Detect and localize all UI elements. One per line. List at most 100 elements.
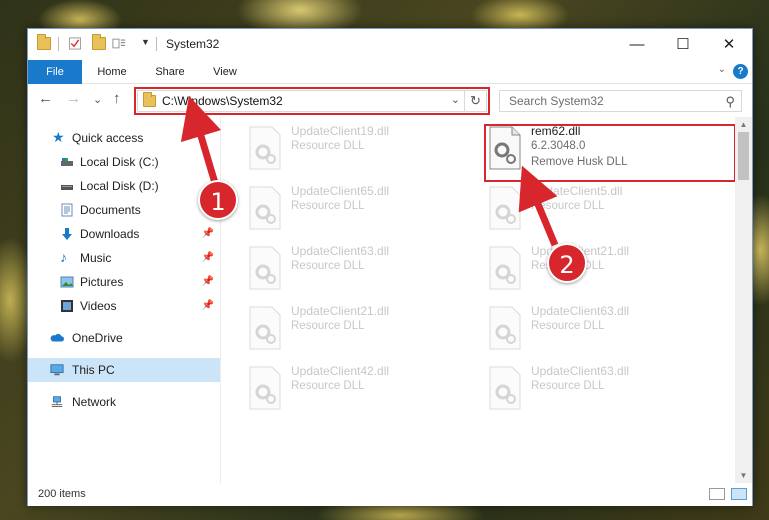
- drive-icon: [61, 185, 73, 190]
- sidebar-item-label: Network: [72, 395, 117, 409]
- sidebar-item-videos[interactable]: Videos 📌: [28, 294, 220, 318]
- status-bar: 200 items: [28, 483, 752, 506]
- file-name: UpdateClient19.dll: [291, 124, 390, 138]
- sidebar-item-label: Pictures: [80, 275, 124, 289]
- file-name: UpdateClient21.dll: [291, 304, 390, 318]
- search-box[interactable]: Search System32 ⚲: [499, 90, 742, 112]
- star-icon: ★: [52, 129, 65, 145]
- file-explorer-window: ▼ System32 — ☐ ✕ File Home Share View ⌄ …: [27, 28, 753, 506]
- sidebar-item-this-pc[interactable]: This PC: [28, 358, 220, 382]
- file-type: Resource DLL: [291, 380, 365, 392]
- dll-file-icon: [249, 366, 281, 410]
- sidebar-item-label: OneDrive: [72, 331, 123, 345]
- file-name: UpdateClient63.dll: [531, 304, 630, 318]
- dll-file-icon: [489, 366, 521, 410]
- navigation-pane: ★ Quick access Local Disk (C:) Local Dis…: [28, 117, 221, 483]
- file-item[interactable]: UpdateClient63.dll Resource DLL: [244, 240, 474, 296]
- help-icon[interactable]: ?: [733, 64, 748, 79]
- file-item[interactable]: UpdateClient63.dll Resource DLL: [484, 300, 714, 356]
- dll-file-icon: [249, 306, 281, 350]
- sidebar-item-onedrive[interactable]: OneDrive: [28, 326, 220, 350]
- scroll-thumb[interactable]: [738, 132, 749, 180]
- tab-view[interactable]: View: [202, 60, 248, 84]
- dll-file-icon: [249, 186, 281, 230]
- pin-icon[interactable]: 📌: [202, 276, 214, 287]
- dll-file-icon: [249, 246, 281, 290]
- callout-badge-1: 1: [198, 180, 238, 220]
- file-type: Resource DLL: [291, 200, 365, 212]
- file-name: UpdateClient63.dll: [531, 364, 630, 378]
- title-bar: ▼ System32 — ☐ ✕: [28, 29, 752, 60]
- chevron-down-icon[interactable]: ▼: [141, 37, 150, 47]
- folder-icon: [37, 34, 51, 50]
- close-button[interactable]: ✕: [706, 29, 752, 59]
- details-view-icon[interactable]: [709, 488, 725, 500]
- customize-toolbar-icon[interactable]: [112, 37, 126, 50]
- vertical-scrollbar[interactable]: ▲ ▼: [735, 117, 752, 483]
- sidebar-item-music[interactable]: ♪ Music 📌: [28, 246, 220, 270]
- navigation-bar: ← → ⌄ ↑ C:\Windows\System32 ⌄ ↻ Search S…: [28, 84, 752, 117]
- properties-icon[interactable]: [68, 37, 82, 50]
- sidebar-item-network[interactable]: Network: [28, 390, 220, 414]
- file-type: Resource DLL: [531, 380, 605, 392]
- sidebar-item-label: Local Disk (D:): [80, 179, 159, 193]
- file-list: UpdateClient19.dll Resource DLL UpdateCl…: [222, 117, 736, 483]
- sidebar-item-local-disk-c[interactable]: Local Disk (C:): [28, 150, 220, 174]
- file-type: Resource DLL: [531, 320, 605, 332]
- divider: [156, 37, 157, 51]
- maximize-button[interactable]: ☐: [660, 29, 706, 59]
- file-item[interactable]: UpdateClient63.dll Resource DLL: [484, 360, 714, 416]
- file-type: Resource DLL: [291, 260, 365, 272]
- sidebar-item-pictures[interactable]: Pictures 📌: [28, 270, 220, 294]
- music-icon: ♪: [60, 249, 67, 265]
- sidebar-item-documents[interactable]: Documents: [28, 198, 220, 222]
- file-name: UpdateClient65.dll: [291, 184, 390, 198]
- new-folder-icon[interactable]: [92, 34, 106, 50]
- sidebar-item-quick-access[interactable]: ★ Quick access: [28, 126, 220, 150]
- file-item[interactable]: UpdateClient42.dll Resource DLL: [244, 360, 474, 416]
- download-icon: [62, 228, 72, 240]
- tab-home[interactable]: Home: [88, 60, 136, 84]
- pin-icon[interactable]: 📌: [202, 252, 214, 263]
- search-input[interactable]: Search System32: [509, 94, 604, 108]
- sidebar-item-local-disk-d[interactable]: Local Disk (D:): [28, 174, 220, 198]
- sidebar-item-label: This PC: [72, 363, 115, 377]
- pin-icon[interactable]: 📌: [202, 300, 214, 311]
- pin-icon[interactable]: 📌: [202, 228, 214, 239]
- file-item[interactable]: UpdateClient19.dll Resource DLL: [244, 120, 474, 176]
- file-type: Resource DLL: [531, 200, 605, 212]
- scroll-up-icon[interactable]: ▲: [735, 117, 752, 132]
- file-name: UpdateClient63.dll: [291, 244, 390, 258]
- sidebar-item-label: Documents: [80, 203, 141, 217]
- sidebar-item-label: Downloads: [80, 227, 140, 241]
- sidebar-item-downloads[interactable]: Downloads 📌: [28, 222, 220, 246]
- minimize-button[interactable]: —: [614, 29, 660, 59]
- window-title: System32: [166, 37, 220, 51]
- forward-button[interactable]: →: [66, 90, 81, 107]
- sidebar-item-label: Videos: [80, 299, 117, 313]
- dll-file-icon: [489, 246, 521, 290]
- expand-ribbon-icon[interactable]: ⌄: [718, 64, 726, 75]
- file-item[interactable]: UpdateClient5.dll Resource DLL: [484, 180, 714, 236]
- divider: [58, 37, 59, 51]
- file-item[interactable]: UpdateClient21.dll Resource DLL: [484, 240, 714, 296]
- pictures-icon: [60, 276, 74, 288]
- file-name: UpdateClient5.dll: [531, 184, 623, 198]
- file-name: UpdateClient42.dll: [291, 364, 390, 378]
- large-icons-view-icon[interactable]: [731, 488, 747, 500]
- tab-share[interactable]: Share: [146, 60, 194, 84]
- up-button[interactable]: ↑: [113, 90, 121, 107]
- back-button[interactable]: ←: [38, 90, 53, 107]
- tab-file[interactable]: File: [28, 60, 82, 84]
- file-type: Resource DLL: [291, 140, 365, 152]
- file-item[interactable]: UpdateClient65.dll Resource DLL: [244, 180, 474, 236]
- scroll-down-icon[interactable]: ▼: [735, 468, 752, 483]
- search-icon[interactable]: ⚲: [725, 94, 735, 110]
- recent-locations-button[interactable]: ⌄: [93, 93, 102, 106]
- dll-file-icon: [489, 186, 521, 230]
- file-item[interactable]: UpdateClient21.dll Resource DLL: [244, 300, 474, 356]
- dll-file-icon: [249, 126, 281, 170]
- file-type: Resource DLL: [291, 320, 365, 332]
- file-highlight-box: [484, 124, 736, 182]
- address-highlight-box: [134, 87, 490, 115]
